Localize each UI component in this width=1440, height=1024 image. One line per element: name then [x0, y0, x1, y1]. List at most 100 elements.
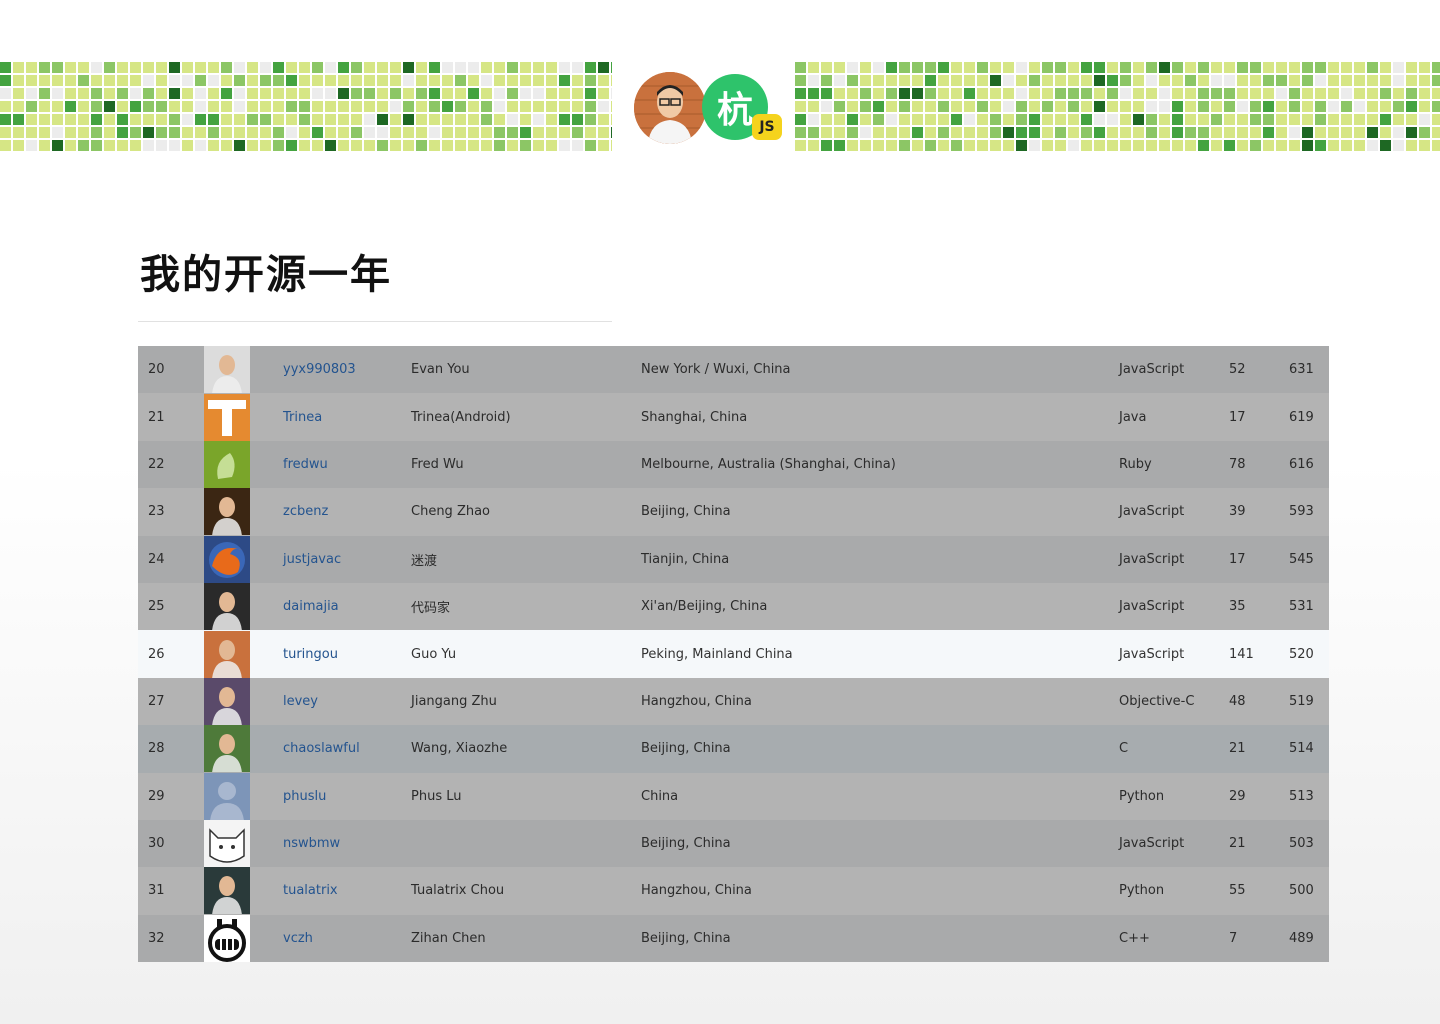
default-person-silhouette-icon[interactable]	[204, 772, 250, 820]
levey-gundam-icon[interactable]	[204, 677, 250, 725]
contribution-day-cell	[873, 88, 884, 99]
contribution-day-cell	[338, 62, 349, 73]
login-link[interactable]: levey	[283, 678, 318, 725]
contribution-day-cell	[1302, 62, 1313, 73]
login-link[interactable]: justjavac	[283, 536, 341, 583]
location-cell: Melbourne, Australia (Shanghai, China)	[641, 456, 896, 472]
contribution-day-cell	[1328, 127, 1339, 138]
evan-avatar-icon[interactable]	[204, 346, 250, 394]
contribution-day-cell	[1146, 62, 1157, 73]
contribution-day-cell	[899, 75, 910, 86]
login-link[interactable]: daimajia	[283, 583, 339, 630]
language-cell: Java	[1119, 409, 1147, 425]
contribution-day-cell	[1016, 127, 1027, 138]
contribution-day-cell	[1016, 62, 1027, 73]
contribution-day-cell	[1263, 127, 1274, 138]
contribution-day-cell	[247, 88, 258, 99]
login-link[interactable]: phuslu	[283, 773, 326, 820]
login-link[interactable]: fredwu	[283, 441, 328, 488]
zcbenz-photo-icon[interactable]	[204, 488, 250, 536]
contribution-day-cell	[520, 140, 531, 151]
language-cell: JavaScript	[1119, 646, 1185, 662]
contribution-day-cell	[390, 62, 401, 73]
login-link[interactable]: vczh	[283, 915, 313, 962]
login-link[interactable]: Trinea	[283, 393, 322, 440]
contribution-day-cell	[221, 114, 232, 125]
login-link[interactable]: zcbenz	[283, 488, 328, 535]
daimajia-bw-photo-icon[interactable]	[204, 583, 250, 631]
firefox-logo-icon[interactable]	[204, 535, 250, 583]
login-link[interactable]: tualatrix	[283, 867, 338, 914]
contribution-day-cell	[977, 114, 988, 125]
table-row: 31 tualatrix Tualatrix Chou Hangzhou, China…	[138, 867, 1329, 915]
trinea-t-logo-icon[interactable]	[204, 393, 250, 441]
contribution-day-cell	[377, 101, 388, 112]
contribution-day-cell	[468, 101, 479, 112]
contribution-day-cell	[156, 127, 167, 138]
contribution-day-cell	[104, 140, 115, 151]
contribution-day-cell	[130, 101, 141, 112]
chaoslawful-cat-icon[interactable]	[204, 725, 250, 773]
contribution-day-cell	[52, 140, 63, 151]
contribution-day-cell	[834, 62, 845, 73]
contribution-day-cell	[273, 114, 284, 125]
contribution-day-cell	[951, 114, 962, 125]
contribution-day-cell	[299, 75, 310, 86]
contribution-day-cell	[964, 127, 975, 138]
rank-cell: 23	[148, 504, 165, 520]
contribution-day-cell	[1289, 101, 1300, 112]
contribution-day-cell	[429, 101, 440, 112]
contribution-day-cell	[221, 88, 232, 99]
table-row: 22 fredwu Fred Wu Melbourne, Australia (Sha…	[138, 440, 1329, 489]
contribution-day-cell	[1432, 75, 1440, 86]
contribution-day-cell	[821, 114, 832, 125]
contribution-day-cell	[951, 75, 962, 86]
grinning-face-icon[interactable]	[204, 914, 250, 962]
contribution-day-cell	[91, 127, 102, 138]
contribution-day-cell	[1263, 62, 1274, 73]
contribution-day-cell	[585, 127, 596, 138]
contribution-day-cell	[1016, 88, 1027, 99]
contribution-day-cell	[585, 62, 596, 73]
contribution-day-cell	[1094, 140, 1105, 151]
contribution-day-cell	[1341, 75, 1352, 86]
login-link[interactable]: yyx990803	[283, 346, 356, 393]
contribution-day-cell	[247, 75, 258, 86]
contribution-day-cell	[39, 62, 50, 73]
name-cell: Guo Yu	[411, 646, 457, 662]
contribution-day-cell	[572, 127, 583, 138]
login-link[interactable]: turingou	[283, 630, 338, 677]
contribution-day-cell	[1341, 101, 1352, 112]
contribution-day-cell	[481, 114, 492, 125]
contribution-day-cell	[808, 101, 819, 112]
contribution-day-cell	[429, 114, 440, 125]
contribution-day-cell	[1211, 101, 1222, 112]
contribution-day-cell	[611, 140, 612, 151]
contribution-day-cell	[429, 127, 440, 138]
contribution-day-cell	[1341, 114, 1352, 125]
fredwu-green-avatar-icon[interactable]	[204, 440, 250, 488]
contribution-day-cell	[1302, 101, 1313, 112]
contribution-day-cell	[1393, 75, 1404, 86]
contribution-day-cell	[533, 127, 544, 138]
followers-count-cell: 513	[1289, 788, 1314, 804]
contribution-day-cell	[1237, 62, 1248, 73]
contribution-day-cell	[1016, 114, 1027, 125]
contribution-day-cell	[130, 62, 141, 73]
turingou-photo-icon[interactable]	[204, 630, 250, 678]
contribution-graph-right	[795, 62, 1440, 153]
contribution-day-cell	[325, 88, 336, 99]
tualatrix-photo-icon[interactable]	[204, 867, 250, 915]
contribution-day-cell	[325, 140, 336, 151]
contribution-day-cell	[156, 140, 167, 151]
contribution-day-cell	[860, 88, 871, 99]
contribution-day-cell	[1211, 140, 1222, 151]
cartoon-cat-icon[interactable]	[204, 820, 250, 868]
login-link[interactable]: chaoslawful	[283, 725, 360, 772]
contribution-day-cell	[13, 140, 24, 151]
contribution-day-cell	[468, 114, 479, 125]
contribution-day-cell	[977, 88, 988, 99]
login-link[interactable]: nswbmw	[283, 820, 340, 867]
contribution-day-cell	[1341, 140, 1352, 151]
contribution-day-cell	[507, 101, 518, 112]
